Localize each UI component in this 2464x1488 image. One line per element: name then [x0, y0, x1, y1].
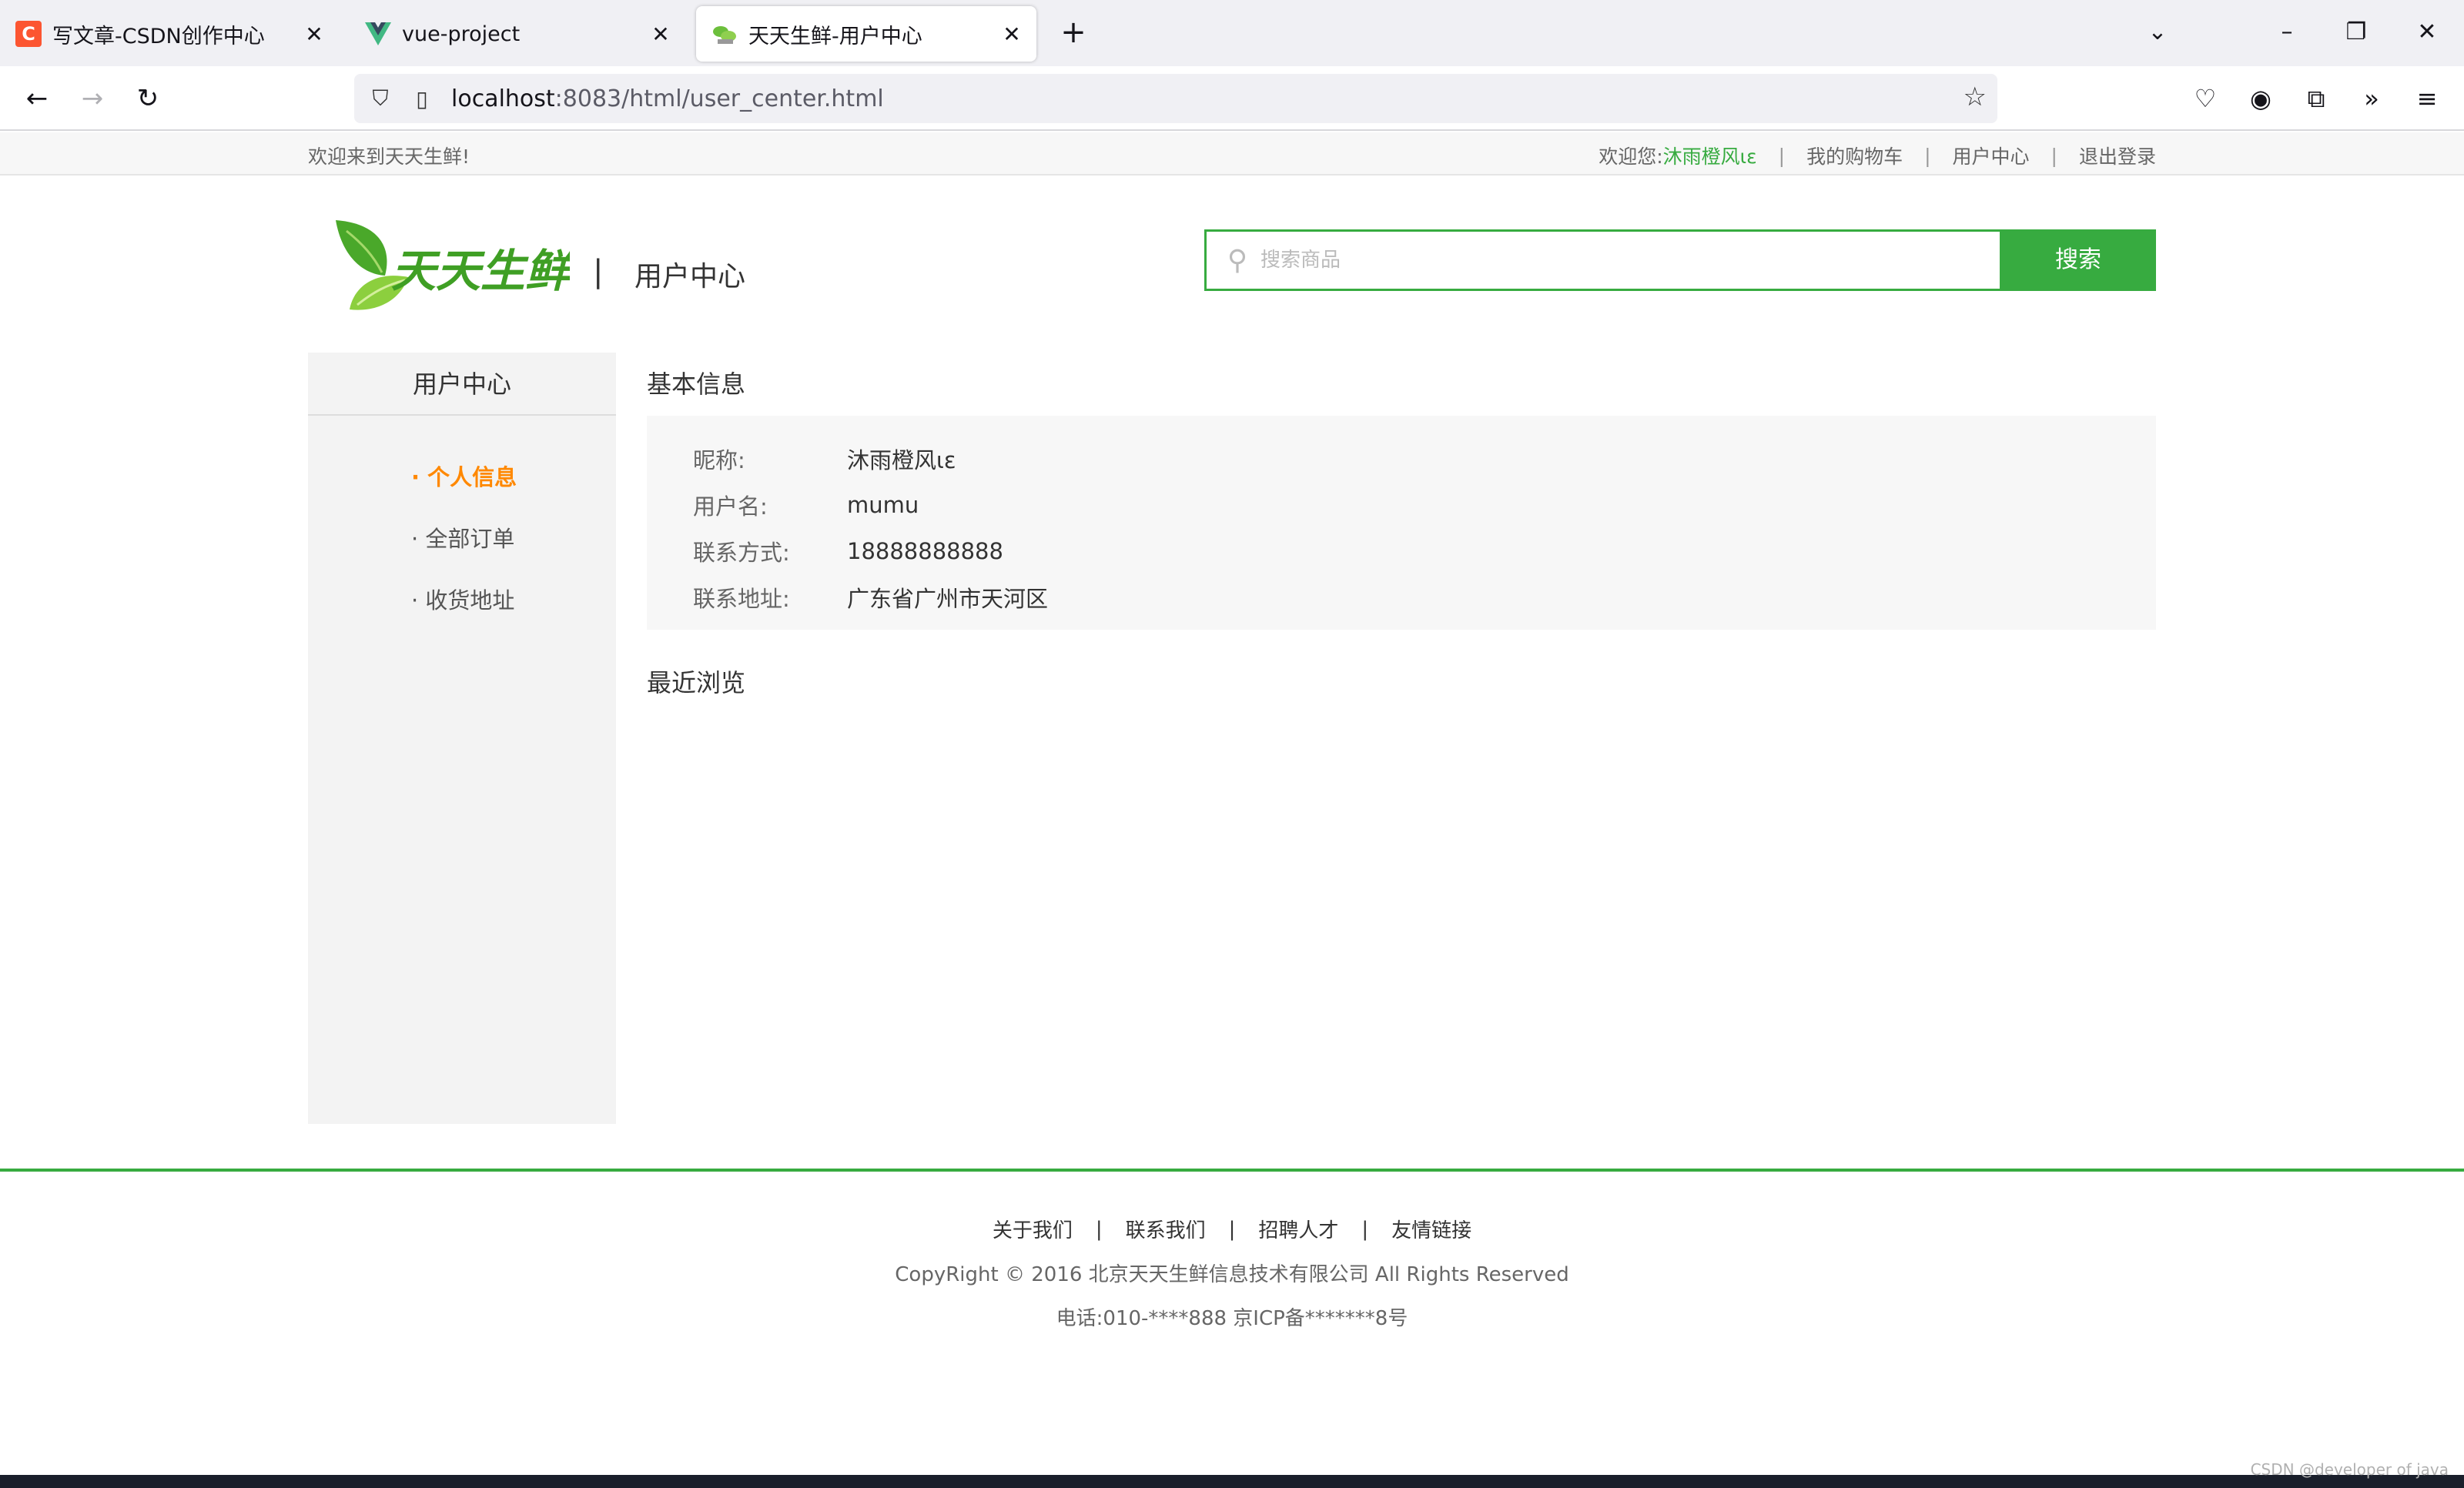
- info-key: 用户名:: [693, 493, 768, 520]
- shield-icon[interactable]: ⛉: [365, 85, 396, 112]
- account-icon[interactable]: ◉: [2242, 80, 2279, 117]
- url-bar[interactable]: ⛉ ▯ localhost:8083/html/user_center.html…: [354, 74, 1997, 123]
- reload-icon[interactable]: ↻: [129, 80, 166, 117]
- site-header: 天天生鲜 | 用户中心 ⚲ 搜索: [308, 216, 2156, 323]
- taskbar-strip: [0, 1475, 2464, 1488]
- new-tab-icon[interactable]: +: [1056, 15, 1090, 49]
- vue-logo-icon: [365, 21, 391, 47]
- main-content: 基本信息 昵称: 沐雨橙风ιε 用户名: mumu 联系方式: 18888888…: [647, 353, 2156, 714]
- recent-browse-title: 最近浏览: [647, 668, 746, 697]
- url-path: :8083/html/user_center.html: [554, 85, 884, 112]
- page-icon[interactable]: ▯: [407, 86, 437, 112]
- footer-links: 关于我们 | 联系我们 | 招聘人才 | 友情链接: [0, 1215, 2464, 1243]
- footer-link-contact[interactable]: 联系我们: [1126, 1215, 1206, 1243]
- footer-link-jobs[interactable]: 招聘人才: [1258, 1215, 1338, 1243]
- user-links: 欢迎您: 沐雨橙风ιε | 我的购物车 | 用户中心 | 退出登录: [1599, 142, 2156, 169]
- csdn-logo-icon: C: [15, 21, 42, 47]
- info-row-username: 用户名: mumu: [647, 482, 2156, 528]
- user-center-link[interactable]: 用户中心: [1953, 142, 2030, 169]
- info-value: 18888888888: [847, 538, 1003, 564]
- logout-link[interactable]: 退出登录: [2079, 142, 2156, 169]
- tab-title: 写文章-CSDN创作中心: [52, 24, 265, 48]
- divider: |: [1095, 1217, 1103, 1241]
- info-key: 联系方式:: [693, 540, 790, 566]
- site-top-bar: 欢迎来到天天生鲜! 欢迎您: 沐雨橙风ιε | 我的购物车 | 用户中心 | 退…: [0, 132, 2464, 176]
- forward-icon[interactable]: →: [74, 80, 111, 117]
- info-key: 昵称:: [693, 447, 745, 473]
- window-close-icon[interactable]: ✕: [2404, 15, 2450, 49]
- page-title: 用户中心: [634, 261, 746, 293]
- footer-link-about[interactable]: 关于我们: [993, 1215, 1073, 1243]
- divider: |: [1228, 1217, 1236, 1241]
- logo-text: 天天生鲜: [391, 245, 570, 297]
- info-value: 广东省广州市天河区: [847, 586, 1049, 612]
- site-footer: 关于我们 | 联系我们 | 招聘人才 | 友情链接 CopyRight © 20…: [0, 1169, 2464, 1475]
- basic-info-title: 基本信息: [647, 369, 746, 399]
- close-icon[interactable]: ✕: [996, 22, 1027, 47]
- browser-tab-bar: C 写文章-CSDN创作中心 ✕ vue-project ✕ 天天生鲜-用户中心…: [0, 0, 2464, 66]
- search-input[interactable]: [1260, 233, 1953, 287]
- info-row-address: 联系地址: 广东省广州市天河区: [647, 574, 2156, 620]
- divider: |: [1924, 144, 1931, 167]
- restore-icon[interactable]: ❐: [2333, 15, 2379, 49]
- tab-vue-project[interactable]: vue-project ✕: [350, 6, 685, 62]
- cart-link[interactable]: 我的购物车: [1806, 142, 1903, 169]
- welcome-text: 欢迎来到天天生鲜!: [308, 145, 470, 168]
- divider: |: [1361, 1217, 1369, 1241]
- sidebar-menu: · 个人信息 · 全部订单 · 收货地址: [308, 446, 616, 631]
- greeting-label: 欢迎您:: [1599, 145, 1663, 168]
- sidebar-title: 用户中心: [308, 353, 616, 416]
- overflow-chevrons-icon[interactable]: »: [2353, 80, 2390, 117]
- header-divider: |: [593, 254, 604, 289]
- watermark-text: CSDN @developer of java: [2250, 1460, 2449, 1479]
- info-key: 联系地址:: [693, 586, 790, 612]
- sidebar-item-address[interactable]: · 收货地址: [308, 570, 616, 631]
- search-icon: ⚲: [1227, 244, 1248, 276]
- tab-title: 天天生鲜-用户中心: [748, 24, 922, 48]
- pocket-icon[interactable]: ♡: [2187, 80, 2224, 117]
- basic-info-box: 昵称: 沐雨橙风ιε 用户名: mumu 联系方式: 18888888888 联…: [647, 416, 2156, 630]
- close-icon[interactable]: ✕: [645, 22, 676, 47]
- url-text[interactable]: localhost:8083/html/user_center.html: [451, 85, 884, 112]
- info-row-phone: 联系方式: 18888888888: [647, 528, 2156, 574]
- info-row-nickname: 昵称: 沐雨橙风ιε: [647, 436, 2156, 482]
- minimize-icon[interactable]: –: [2264, 15, 2310, 49]
- divider: |: [1778, 144, 1786, 167]
- site-favicon-icon: [711, 21, 738, 47]
- divider: |: [2051, 144, 2057, 167]
- username-link[interactable]: 沐雨橙风ιε: [1663, 142, 1757, 169]
- sidebar: 用户中心 · 个人信息 · 全部订单 · 收货地址: [308, 353, 616, 1124]
- sidebar-item-profile[interactable]: · 个人信息: [308, 446, 616, 508]
- extensions-icon[interactable]: ⧉: [2298, 80, 2335, 117]
- browser-nav-bar: ← → ↻ ⛉ ▯ localhost:8083/html/user_cente…: [0, 66, 2464, 131]
- search-box: ⚲: [1204, 229, 2002, 291]
- copyright-text: CopyRight © 2016 北京天天生鲜信息技术有限公司 All Righ…: [895, 1263, 1569, 1286]
- back-icon[interactable]: ←: [18, 80, 55, 117]
- footer-link-friends[interactable]: 友情链接: [1391, 1215, 1471, 1243]
- search-button[interactable]: 搜索: [2000, 229, 2156, 291]
- menu-icon[interactable]: ≡: [2409, 80, 2446, 117]
- tab-user-center[interactable]: 天天生鲜-用户中心 ✕: [696, 6, 1036, 62]
- list-tabs-icon[interactable]: ⌄: [2134, 15, 2181, 49]
- phone-text: 电话:010-****888 京ICP备*******8号: [1056, 1307, 1408, 1330]
- tab-csdn[interactable]: C 写文章-CSDN创作中心 ✕: [0, 6, 339, 62]
- close-icon[interactable]: ✕: [299, 22, 330, 47]
- sidebar-item-orders[interactable]: · 全部订单: [308, 508, 616, 570]
- tab-title: vue-project: [402, 22, 521, 46]
- info-value: mumu: [847, 492, 919, 518]
- info-value: 沐雨橙风ιε: [847, 447, 956, 473]
- bookmark-star-icon[interactable]: ☆: [1964, 82, 1987, 112]
- url-host: localhost: [451, 85, 555, 112]
- site-logo[interactable]: 天天生鲜: [331, 216, 576, 316]
